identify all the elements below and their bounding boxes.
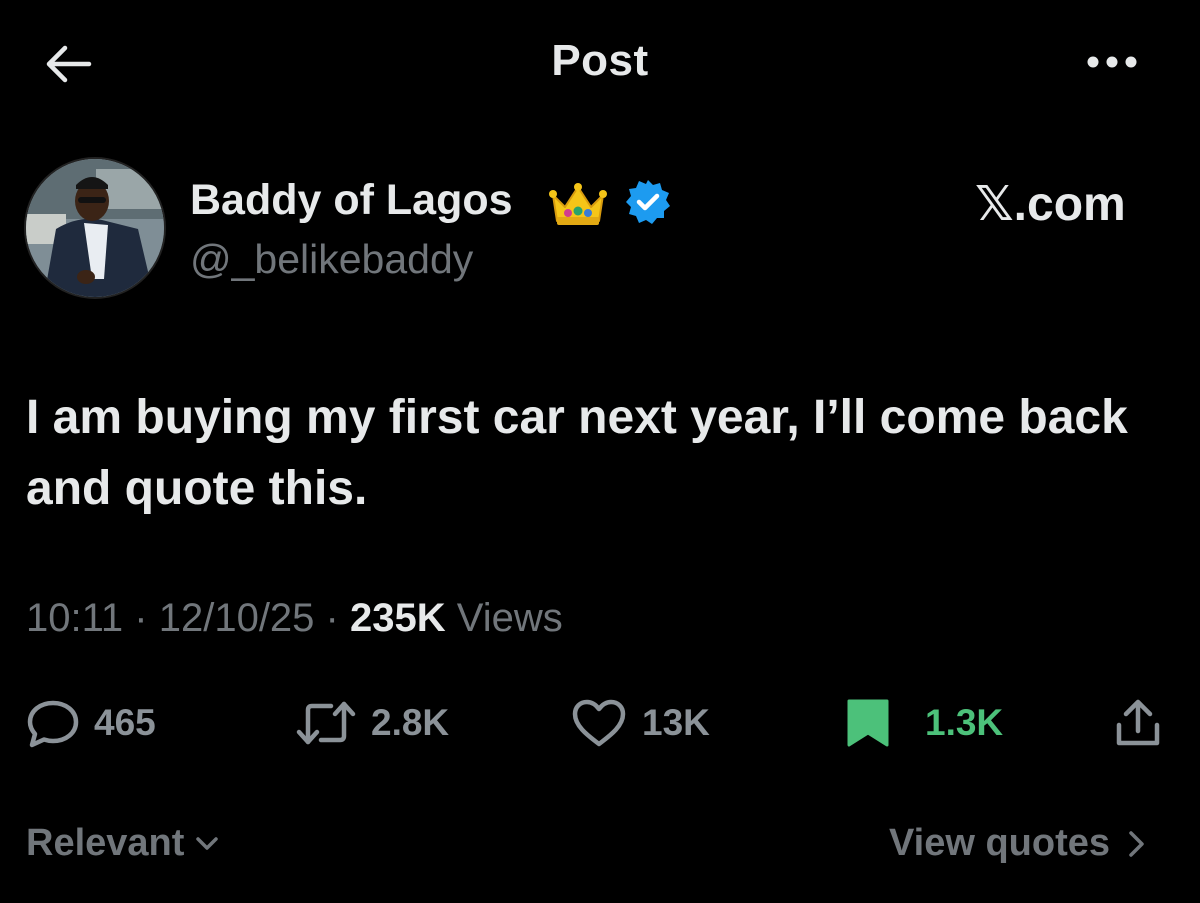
avatar[interactable] <box>24 157 166 299</box>
retweet-button[interactable]: 2.8K <box>295 694 449 752</box>
tweet-date[interactable]: 12/10/25 <box>159 596 315 640</box>
sort-replies-dropdown[interactable]: Relevant <box>26 822 224 865</box>
like-count: 13K <box>642 702 710 743</box>
chevron-right-icon <box>1129 830 1144 857</box>
share-icon <box>1116 699 1160 746</box>
meta-separator: · <box>325 596 339 640</box>
sort-label: Relevant <box>26 822 185 864</box>
brand-watermark: 𝕏.com <box>975 178 1126 231</box>
views-label: Views <box>456 596 563 640</box>
tweet-meta: 10:11 · 12/10/25 · 235K Views <box>26 596 563 641</box>
bookmark-count: 1.3K <box>925 702 1004 743</box>
reply-icon <box>27 700 79 748</box>
avatar-photo <box>26 159 164 297</box>
retweet-icon <box>296 701 356 745</box>
reply-button[interactable]: 465 <box>26 694 156 752</box>
view-quotes-link[interactable]: View quotes <box>889 822 1152 865</box>
tweet-time[interactable]: 10:11 <box>26 596 123 640</box>
verified-badge-icon[interactable] <box>624 178 672 226</box>
share-button[interactable] <box>1108 694 1168 752</box>
tweet-text: I am buying my first car next year, I’ll… <box>26 391 1155 515</box>
author-display-name[interactable]: Baddy of Lagos <box>190 176 513 225</box>
author-handle[interactable]: @_belikebaddy <box>190 236 473 283</box>
more-options-button[interactable] <box>1080 42 1144 82</box>
crown-emoji-icon <box>549 181 607 229</box>
retweet-count: 2.8K <box>371 702 450 743</box>
views-count: 235K <box>350 596 446 640</box>
bookmark-button[interactable]: 1.3K <box>845 694 1003 752</box>
meta-separator: · <box>134 596 148 640</box>
page-title: Post <box>551 36 649 85</box>
heart-icon <box>572 699 626 747</box>
bookmark-filled-icon <box>847 699 889 747</box>
chevron-down-icon <box>196 836 219 850</box>
like-button[interactable]: 13K <box>570 694 710 752</box>
more-horizontal-icon <box>1087 56 1137 68</box>
view-quotes-label: View quotes <box>889 822 1111 864</box>
reply-count: 465 <box>94 702 156 743</box>
